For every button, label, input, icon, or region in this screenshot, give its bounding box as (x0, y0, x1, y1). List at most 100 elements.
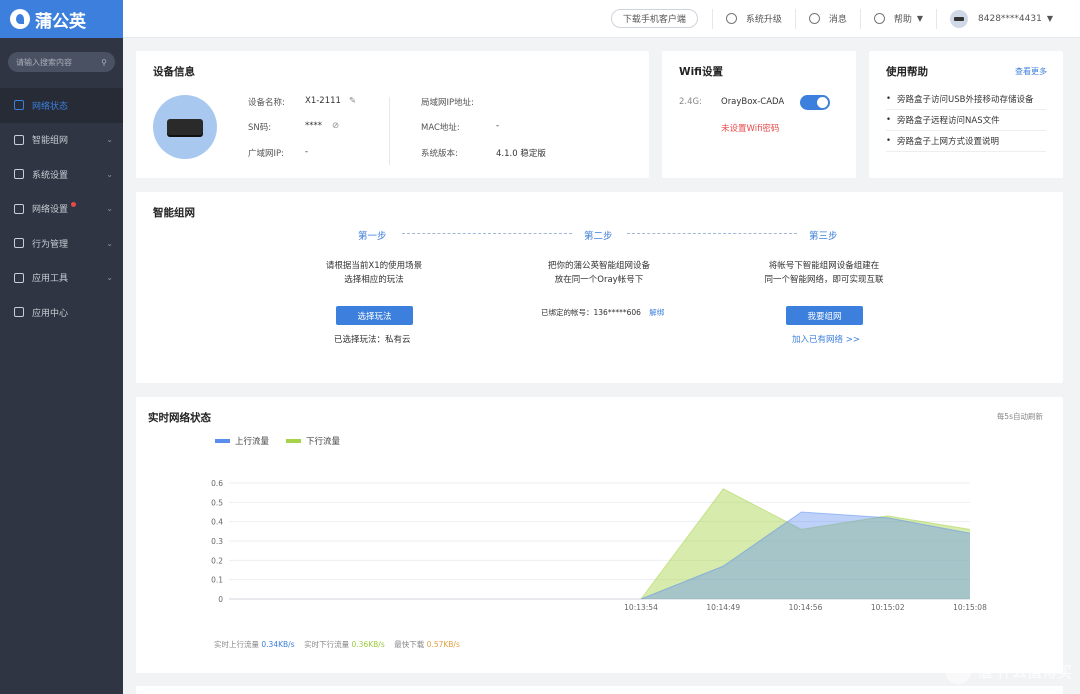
device-name-label: 设备名称: (248, 98, 285, 108)
max-rate-value: 0.57KB/s (426, 640, 460, 649)
gear-icon (14, 169, 24, 180)
chevron-down-icon: ⌄ (106, 169, 113, 179)
sidebar-item-label: 应用中心 (32, 308, 69, 319)
network-status-icon (14, 100, 24, 111)
smart-network-card: 智能组网 第一步 第二步 第三步 请根据当前X1的使用场景 选择相应的玩法 选择… (136, 192, 1063, 383)
account-label: 8428****4431 (978, 13, 1042, 24)
sidebar-nav: 网络状态 智能组网 ⌄ 系统设置 ⌄ 网络设置 ⌄ 行为管理 ⌄ 应用工具 ⌄ (0, 88, 123, 330)
chevron-down-icon: ⌄ (106, 204, 113, 214)
sidebar-item-label: 网络状态 (32, 101, 69, 112)
join-network-link[interactable]: 加入已有网络 >> (792, 333, 860, 345)
sn-label: SN码: (248, 123, 272, 133)
lan-ip-row: 局域网IP地址: (421, 96, 474, 108)
traffic-stats: 实时上行流量 0.34KB/s 实时下行流量 0.36KB/s 最快下载 0.5… (214, 639, 460, 650)
help-list: 旁路盒子访问USB外接移动存储设备 旁路盒子远程访问NAS文件 旁路盒子上网方式… (886, 89, 1046, 152)
step-one-line-2: 选择相应的玩法 (344, 275, 404, 285)
bound-account-text: 已绑定的帐号：136*****606 (541, 308, 641, 317)
y-tick-label: 0 (218, 595, 223, 604)
wifi-title: Wifi设置 (679, 66, 723, 78)
help-item[interactable]: 旁路盒子访问USB外接移动存储设备 (886, 89, 1046, 110)
divider (389, 97, 390, 165)
download-app-label: 下载手机客户端 (622, 15, 686, 25)
sidebar-search-input[interactable]: 请输入搜索内容 ⚲ (8, 52, 115, 72)
device-image (153, 95, 217, 159)
watermark-text: 值 什么值得买 (977, 662, 1072, 681)
notification-icon (808, 13, 820, 24)
wifi-ssid: OrayBox-CADA (721, 97, 785, 107)
eye-off-icon[interactable]: ⊘ (332, 121, 339, 131)
bell-icon (725, 13, 737, 24)
sidebar-item-label: 智能组网 (32, 136, 69, 147)
wan-ip-value: - (305, 147, 309, 157)
sidebar-item-app-center[interactable]: 应用中心 (0, 295, 123, 330)
top-bar: 下载手机客户端 系统升级 消息 帮助 ▼ 8428****4431 ▼ (123, 0, 1080, 38)
choose-mode-button[interactable]: 选择玩法 (336, 306, 413, 325)
logo-icon (10, 9, 30, 29)
y-tick-label: 0.4 (211, 518, 223, 527)
unbind-link[interactable]: 解绑 (649, 308, 664, 317)
sidebar-item-network-status[interactable]: 网络状态 (0, 88, 123, 123)
help-menu-button[interactable]: 帮助 ▼ (859, 8, 936, 29)
step-one-line-1: 请根据当前X1的使用场景 (325, 261, 423, 271)
wan-ip-row: 广域网IP: - (248, 147, 308, 159)
sidebar-item-system-settings[interactable]: 系统设置 ⌄ (0, 157, 123, 192)
max-rate-label: 最快下载 (394, 640, 425, 649)
create-network-button[interactable]: 我要组网 (786, 306, 863, 325)
step-three-line-1: 将帐号下智能组网设备组建在 (768, 261, 880, 271)
system-upgrade-button[interactable]: 系统升级 (711, 8, 795, 29)
sn-value: **** (305, 121, 322, 131)
sidebar: 蒲公英 请输入搜索内容 ⚲ 网络状态 智能组网 ⌄ 系统设置 ⌄ 网络设置 ⌄ … (0, 0, 123, 694)
sidebar-item-behavior-mgmt[interactable]: 行为管理 ⌄ (0, 226, 123, 261)
mac-label: MAC地址: (421, 123, 460, 133)
step-three-desc: 将帐号下智能组网设备组建在 同一个智能网络，即可实现互联 (724, 259, 924, 287)
view-more-link[interactable]: 查看更多 (1015, 66, 1047, 77)
caret-down-icon: ▼ (1046, 14, 1053, 23)
step-connector (402, 233, 572, 234)
help-label: 帮助 (893, 15, 912, 25)
device-info-title: 设备信息 (153, 66, 195, 78)
wan-ip-label: 广域网IP: (248, 149, 284, 159)
sidebar-item-smart-network[interactable]: 智能组网 ⌄ (0, 123, 123, 158)
download-app-button[interactable]: 下载手机客户端 (610, 9, 698, 28)
notification-badge (71, 201, 76, 207)
sidebar-item-label: 网络设置 (32, 205, 69, 216)
help-title: 使用帮助 (886, 66, 928, 78)
traffic-card: 实时网络状态 每5s自动刷新 上行流量 下行流量 0 0.1 0.2 0.3 0.4 0.… (136, 397, 1063, 673)
step-two-line-1: 把你的蒲公英智能组网设备 (547, 261, 650, 271)
mac-row: MAC地址: - (421, 121, 499, 133)
messages-button[interactable]: 消息 (794, 8, 860, 29)
sidebar-item-app-tools[interactable]: 应用工具 ⌄ (0, 261, 123, 296)
smart-network-title: 智能组网 (153, 207, 195, 219)
cube-icon (14, 307, 24, 318)
edit-icon[interactable]: ✎ (349, 96, 356, 106)
x-tick-label: 10:15:02 (871, 603, 905, 612)
y-tick-label: 0.5 (211, 498, 223, 507)
step-one-label: 第一步 (358, 231, 387, 242)
device-info-card: 设备信息 设备名称: X1-2111 ✎ SN码: **** ⊘ 广域网IP: … (136, 51, 649, 178)
wifi-card: Wifi设置 2.4G: OrayBox-CADA 未设置Wifi密码 (662, 51, 856, 178)
brand-logo[interactable]: 蒲公英 (0, 0, 123, 38)
wifi-band-label: 2.4G: (679, 97, 702, 107)
messages-label: 消息 (828, 15, 847, 25)
help-item[interactable]: 旁路盒子远程访问NAS文件 (886, 110, 1046, 131)
chevron-down-icon: ⌄ (106, 238, 113, 248)
smart-network-icon (14, 134, 24, 145)
caret-down-icon: ▼ (916, 14, 924, 23)
question-icon (873, 13, 885, 24)
wifi-warning[interactable]: 未设置Wifi密码 (721, 122, 779, 134)
account-menu-button[interactable]: 8428****4431 ▼ (936, 8, 1066, 29)
help-card: 使用帮助 查看更多 旁路盒子访问USB外接移动存储设备 旁路盒子远程访问NAS文… (869, 51, 1063, 178)
x-tick-label: 10:13:54 (624, 603, 658, 612)
step-connector (627, 233, 797, 234)
wifi-toggle[interactable] (800, 95, 830, 110)
search-placeholder: 请输入搜索内容 (16, 57, 72, 67)
version-label: 系统版本: (421, 149, 458, 159)
sidebar-item-network-settings[interactable]: 网络设置 ⌄ (0, 192, 123, 227)
help-item[interactable]: 旁路盒子上网方式设置说明 (886, 131, 1046, 152)
shield-icon (14, 238, 24, 249)
y-tick-label: 0.3 (211, 537, 223, 546)
toolbox-icon (14, 272, 24, 283)
step-three-label: 第三步 (809, 231, 838, 242)
sidebar-item-label: 应用工具 (32, 274, 69, 285)
watermark-logo-icon (945, 658, 972, 684)
